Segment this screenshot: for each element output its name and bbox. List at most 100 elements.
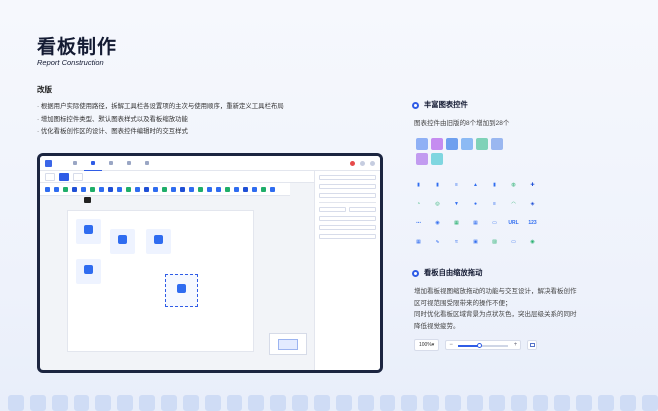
wave-icon: ≈: [455, 238, 458, 245]
nav-tab[interactable]: [66, 156, 84, 171]
widget-icon[interactable]: [99, 186, 104, 192]
zoom-select[interactable]: 100%▾: [414, 339, 440, 351]
canvas-widget[interactable]: [110, 229, 135, 254]
decorative-tile: [335, 395, 352, 411]
zoom-slider-handle[interactable]: [476, 343, 482, 348]
old-chart-icon: [461, 138, 473, 150]
widget-icon[interactable]: [207, 186, 212, 192]
radar-icon: ◉: [435, 219, 440, 226]
widget-icon[interactable]: [189, 186, 194, 192]
zoom-control: 100%▾ − +: [414, 339, 538, 351]
section-label: 改版: [37, 85, 52, 94]
zoom-out-icon[interactable]: −: [449, 342, 453, 348]
decorative-tile: [467, 395, 483, 411]
app-logo: [45, 159, 52, 167]
app-topbar: [40, 156, 380, 171]
property-field[interactable]: [319, 216, 376, 221]
property-field[interactable]: [349, 207, 376, 212]
text-icon: ▭: [511, 238, 516, 245]
decorative-tile: [73, 395, 90, 411]
nav-tab[interactable]: [120, 156, 138, 171]
decorative-tile: [139, 395, 156, 411]
notification-icon[interactable]: [350, 160, 355, 166]
number-icon: 123: [528, 219, 537, 226]
zoom-slider[interactable]: − +: [445, 340, 522, 350]
old-chart-icon: [476, 138, 488, 150]
feature-description-line: 增加看板视图缩放拖动的功能与交互设计，解决看板创作: [414, 288, 577, 295]
widget-icon[interactable]: [261, 186, 266, 192]
nav-tab[interactable]: [102, 156, 120, 171]
selected-widget[interactable]: [165, 274, 198, 307]
widget-icon[interactable]: [225, 186, 230, 192]
widget-icon[interactable]: [45, 186, 50, 192]
properties-panel: [314, 171, 380, 370]
widget-icon[interactable]: [54, 186, 59, 192]
canvas-widget[interactable]: [76, 219, 101, 244]
decorative-tile: [641, 395, 658, 411]
toolbar-button[interactable]: [45, 172, 55, 181]
decorative-tile: [204, 395, 221, 411]
widget-icon[interactable]: [117, 186, 122, 192]
column-group-icon: ▮: [493, 181, 496, 188]
widget-icon[interactable]: [72, 186, 77, 192]
toolbar-button-active[interactable]: [59, 172, 69, 181]
canvas-minimap[interactable]: [269, 333, 307, 355]
widget-icon[interactable]: [90, 186, 95, 192]
old-chart-icon: [431, 138, 443, 150]
property-field[interactable]: [319, 225, 376, 230]
nav-tab-active[interactable]: [84, 156, 102, 171]
decorative-tile: [8, 395, 24, 411]
widget-icon[interactable]: [81, 186, 86, 192]
widget-icon[interactable]: [162, 186, 167, 192]
feature-heading-zoom: 看板自由缩放拖动: [412, 268, 482, 278]
widget-icon[interactable]: [171, 186, 176, 192]
property-field[interactable]: [319, 175, 376, 180]
bullet-item: · 根据用户实际使用路径，拆解工具栏各设置项的主次与使用顺序，重新定义工具栏布局: [37, 103, 284, 110]
feature-description: 图表控件由旧版的8个增加到28个: [414, 120, 510, 127]
widget-icon[interactable]: [270, 186, 275, 192]
bullet-item: · 优化看板创作区的设计、图表控件编辑时的交互样式: [37, 128, 188, 135]
widget-icon[interactable]: [243, 186, 248, 192]
old-chart-icon: [446, 138, 458, 150]
area-chart-icon: ▲: [473, 181, 478, 188]
decorative-tile: [51, 395, 68, 411]
canvas-widget[interactable]: [76, 259, 101, 284]
scatter-icon: ✚: [530, 181, 535, 188]
widget-icon[interactable]: [216, 186, 221, 192]
property-field[interactable]: [319, 193, 376, 198]
decorative-tile: [532, 395, 549, 411]
widget-icon[interactable]: [252, 186, 257, 192]
widget-icon[interactable]: [144, 186, 149, 192]
card-icon: ▭: [492, 219, 497, 226]
new-chart-icons: ▮ ▮ ≡ ▲ ▮ ◍ ✚ ◔ ◎ ▼ ● ≡ ◠ ◈ ⋯ ◉ ▦ ▦ ▭ URL 123 ▦ ∿ ≈ ▣ ▨ ▭ ◉: [412, 178, 539, 248]
widget-icon[interactable]: [234, 186, 239, 192]
property-field[interactable]: [319, 234, 376, 239]
property-field[interactable]: [319, 207, 346, 212]
fit-screen-button[interactable]: [527, 340, 538, 350]
property-field[interactable]: [319, 184, 376, 189]
nav-tab[interactable]: [138, 156, 156, 171]
widget-icon[interactable]: [153, 186, 158, 192]
decorative-tile: [445, 395, 462, 411]
widget-icon[interactable]: [63, 186, 68, 192]
canvas-widget[interactable]: [146, 229, 171, 254]
settings-icon[interactable]: [370, 160, 375, 166]
report-canvas[interactable]: [67, 210, 254, 352]
decorative-tile: [488, 395, 505, 411]
decorative-tile: [117, 395, 134, 411]
widget-icon[interactable]: [126, 186, 131, 192]
widget-icon[interactable]: [198, 186, 203, 192]
column-chart-icon: ▮: [436, 181, 439, 188]
widget-icon[interactable]: [108, 186, 113, 192]
user-icon[interactable]: [360, 160, 365, 166]
widget-icon[interactable]: [135, 186, 140, 192]
toolbar-button[interactable]: [73, 172, 83, 181]
widget-icon[interactable]: [180, 186, 185, 192]
fit-screen-icon: [529, 343, 535, 347]
kpi-icon: ▣: [473, 238, 478, 245]
gauge-icon: ◠: [511, 200, 516, 207]
decorative-tile: [182, 395, 199, 411]
table-icon: ▦: [473, 219, 478, 226]
zoom-in-icon[interactable]: +: [514, 342, 518, 348]
feature-description-line: 降低视觉疲劳。: [414, 322, 460, 330]
